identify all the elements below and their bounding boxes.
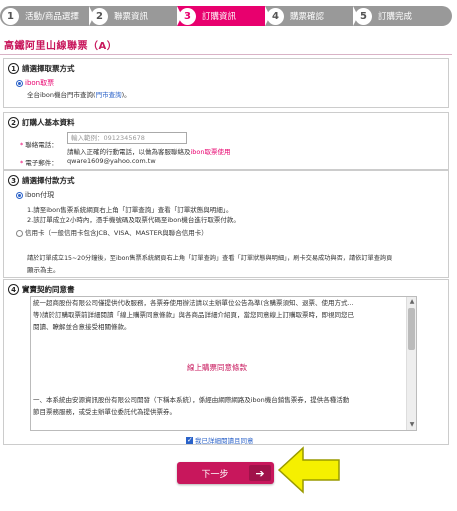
yellow-pointer-arrow-icon [277, 446, 340, 494]
section-3-title: 請選擇付款方式 [22, 176, 75, 185]
email-label: * 電子郵件： [20, 157, 58, 167]
email-label-text: 電子郵件： [25, 159, 58, 167]
section-4-title: 實賣契約同意書 [22, 285, 75, 294]
section-2-heading: 2 訂購人基本資料 [8, 117, 75, 128]
ibon-pickup-option[interactable]: ibon取票 [16, 78, 54, 88]
ibon-pickup-radio[interactable] [16, 79, 23, 87]
credit-card-line2: 顯示為主。 [27, 266, 60, 274]
step-2-number: 2 [91, 7, 108, 25]
section-1-heading: 1 請選擇取票方式 [8, 63, 75, 74]
next-step-label: 下一步 [201, 469, 229, 480]
section-4-heading: 4 實賣契約同意書 [8, 284, 75, 295]
step-4-label: 購票確認 [290, 12, 325, 22]
pickup-desc-suffix: )。 [121, 91, 131, 99]
pickup-description: 全台ibon機台門市查詢(門市查詢)。 [27, 89, 131, 99]
section-3-heading: 3 請選擇付款方式 [8, 175, 75, 186]
store-lookup-link[interactable]: 門市查詢 [96, 91, 122, 99]
ibon-cash-label: ibon付現 [25, 191, 55, 199]
agreement-line-4: 一、本系統由安源資訊股份有限公司開發（下稱本系統），係經由網際網路及ibon機台… [33, 396, 350, 404]
required-star: * [20, 141, 24, 149]
ibon-cash-option[interactable]: ibon付現 [16, 190, 54, 200]
agreement-line-1: 統一超商股份有限公司僅提供代收服務，各票券使用辦法請以主辦單位公告為準(含購票須… [33, 299, 354, 307]
step-3-active: 3 訂購資訊 [177, 6, 265, 26]
step-1-label: 活動/商品選擇 [25, 12, 79, 22]
step-3-number: 3 [179, 7, 196, 25]
agreement-line-5: 節目票務服務，或受主辦單位委託代為提供票券。 [33, 408, 176, 416]
pickup-desc-prefix: 全台ibon機台門市查詢( [27, 91, 96, 99]
agreement-textbox[interactable]: 統一超商股份有限公司僅提供代收服務，各票券使用辦法請以主辦單位公告為準(含購票須… [30, 296, 417, 431]
step-5-number: 5 [355, 7, 372, 25]
phone-label: * 聯絡電話： [20, 139, 58, 149]
credit-card-radio[interactable] [16, 229, 23, 237]
credit-card-option[interactable]: 信用卡（一般信用卡包含JCB、VISA、MASTER與聯合信用卡） [16, 227, 208, 237]
section-2-number: 2 [8, 117, 19, 128]
next-step-button[interactable]: 下一步 ➔ [177, 462, 274, 484]
progress-steps: 1 活動/商品選擇 2 聯票資訊 3 訂購資訊 4 購票確認 5 訂購完成 [0, 6, 452, 26]
phone-input[interactable]: 輸入範例：0912345678 [67, 132, 187, 144]
step-2: 2 聯票資訊 [89, 6, 177, 26]
section-1-title: 請選擇取票方式 [22, 64, 75, 73]
agreement-scrollbar[interactable]: ▲ ▼ [406, 297, 416, 430]
credit-card-label: 信用卡（一般信用卡包含JCB、VISA、MASTER與聯合信用卡） [25, 229, 208, 237]
agree-checkbox[interactable] [186, 436, 193, 444]
scroll-down-icon[interactable]: ▼ [408, 421, 416, 429]
ibon-cash-radio[interactable] [16, 191, 23, 199]
page-title: 高鐵阿里山線聯票（A） [4, 41, 118, 52]
step-3-label: 訂購資訊 [202, 12, 237, 22]
phone-hint-link: ibon取票使用 [190, 148, 231, 156]
agreement-line-2: 等)請於訂購取票前詳細閱讀「線上購票同意條款」與各商品詳細介紹頁，當您同意線上訂… [33, 311, 355, 319]
section-2-title: 訂購人基本資料 [22, 118, 75, 127]
scroll-thumb[interactable] [408, 308, 415, 350]
step-4-number: 4 [267, 7, 284, 25]
email-value: qware1609@yahoo.com.tw [67, 157, 156, 165]
step-4: 4 購票確認 [265, 6, 353, 26]
agreement-line-3: 閱讀、瞭解並合意接受相關條款。 [33, 323, 131, 331]
ibon-pickup-label: ibon取票 [25, 79, 55, 87]
phone-label-text: 聯絡電話： [25, 141, 58, 149]
step-1-number: 1 [2, 7, 19, 25]
credit-card-line1: 請於訂單成立15~20分鐘後，至ibon售票系統網頁右上角「訂單查詢」查看「訂單… [27, 255, 393, 262]
step-2-label: 聯票資訊 [114, 12, 149, 22]
arrow-right-icon: ➔ [249, 465, 271, 481]
agreement-terms-title: 線上購票同意條款 [187, 363, 247, 372]
step-5-label: 訂購完成 [378, 12, 413, 22]
section-4-number: 4 [8, 284, 19, 295]
ibon-cash-line2: 2.該訂單成立2小時內，憑手機號碼及取票代碼至ibon機台進行取票付款。 [27, 216, 240, 224]
agree-checkbox-row[interactable]: 我已詳細閱讀且同意 [186, 435, 254, 445]
scroll-up-icon[interactable]: ▲ [408, 298, 416, 306]
phone-hint-text: 請輸入正確的行動電話，以做為客服聯絡及 [67, 148, 191, 156]
section-1-number: 1 [8, 63, 19, 74]
step-1: 1 活動/商品選擇 [0, 6, 89, 26]
step-5: 5 訂購完成 [353, 6, 452, 26]
section-3-number: 3 [8, 175, 19, 186]
ibon-cash-line1: 1.請至ibon售票系統網頁右上角「訂單查詢」查看「訂單狀態與明細」。 [27, 206, 233, 214]
phone-hint: 請輸入正確的行動電話，以做為客服聯絡及ibon取票使用 [67, 146, 231, 156]
agree-label: 我已詳細閱讀且同意 [195, 437, 254, 445]
title-divider [0, 54, 452, 55]
required-star: * [20, 159, 24, 167]
